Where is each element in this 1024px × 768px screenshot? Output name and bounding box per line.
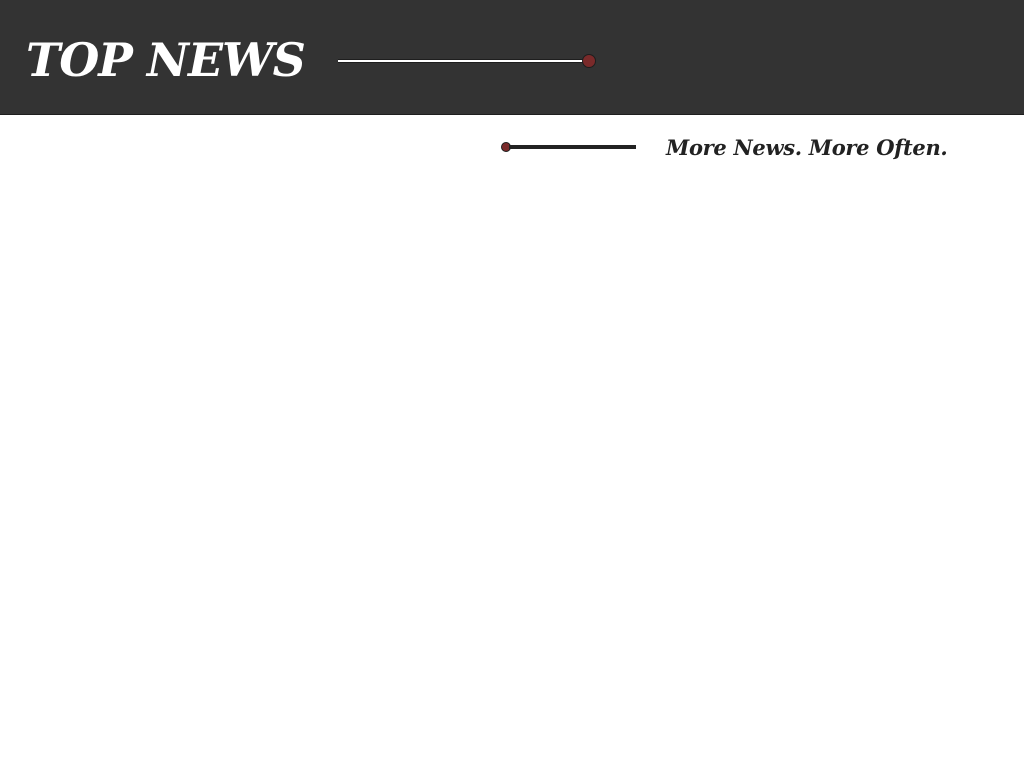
header-divider-line <box>338 59 584 63</box>
tagline: More News. More Often. <box>666 135 948 160</box>
page-title: TOP NEWS <box>26 33 306 87</box>
header-banner: TOP NEWS <box>0 0 1024 115</box>
tagline-divider-line <box>509 145 636 149</box>
header-divider-dot <box>582 54 596 68</box>
